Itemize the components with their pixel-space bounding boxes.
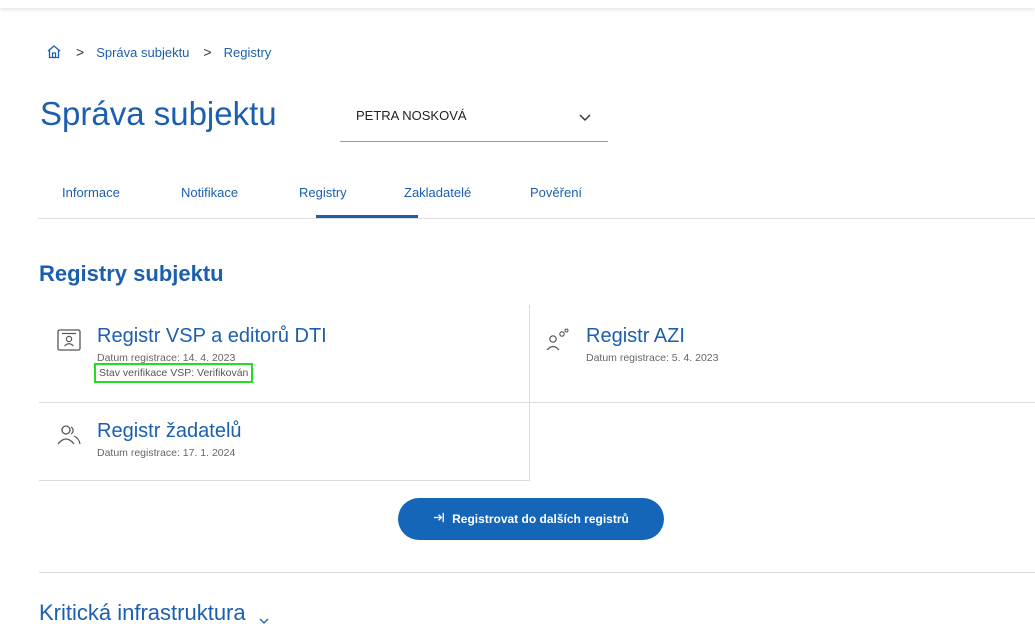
- tab-bar: Informace Notifikace Registry Zakladatel…: [38, 170, 1035, 219]
- divider: [39, 402, 1035, 403]
- registry-card-zadatelu[interactable]: Registr žadatelů Datum registrace: 17. 1…: [56, 420, 516, 470]
- users-icon: [56, 422, 82, 448]
- registry-date: Datum registrace: 17. 1. 2024: [97, 447, 236, 459]
- tab-registry[interactable]: Registry: [299, 185, 347, 200]
- registry-card-azi[interactable]: Registr AZI Datum registrace: 5. 4. 2023: [544, 325, 1004, 385]
- divider: [39, 572, 1035, 573]
- critical-infrastructure-title: Kritická infrastruktura: [39, 600, 246, 624]
- active-tab-indicator: [316, 215, 418, 218]
- sign-in-arrow-icon: [433, 511, 446, 527]
- critical-infrastructure-toggle[interactable]: Kritická infrastruktura: [39, 600, 270, 624]
- id-card-icon: [56, 327, 82, 353]
- register-more-label: Registrovat do dalších registrů: [452, 512, 629, 526]
- verification-status: Stav verifikace VSP: Verifikován: [94, 363, 254, 383]
- top-bar: [0, 0, 1035, 8]
- user-gear-icon: [544, 327, 570, 353]
- page-title: Správa subjektu: [40, 95, 277, 132]
- registry-name[interactable]: Registr žadatelů: [97, 420, 242, 443]
- divider: [39, 480, 529, 481]
- section-title: Registry subjektu: [39, 261, 224, 286]
- breadcrumb-item-sprava-subjektu[interactable]: Správa subjektu: [96, 45, 189, 60]
- breadcrumb-separator: >: [76, 44, 85, 60]
- subject-select-value: PETRA NOSKOVÁ: [356, 108, 467, 123]
- tab-informace[interactable]: Informace: [62, 185, 120, 200]
- tab-provereni[interactable]: Pověření: [530, 185, 582, 200]
- tab-zakladatele[interactable]: Zakladatelé: [404, 185, 471, 200]
- registry-grid: Registr VSP a editorů DTI Datum registra…: [39, 305, 1035, 481]
- register-more-button[interactable]: Registrovat do dalších registrů: [398, 498, 664, 540]
- registry-date: Datum registrace: 5. 4. 2023: [586, 352, 719, 364]
- chevron-down-icon: [258, 607, 270, 624]
- registry-card-vsp[interactable]: Registr VSP a editorů DTI Datum registra…: [56, 325, 516, 395]
- breadcrumb: > Správa subjektu > Registry: [46, 44, 271, 60]
- divider: [529, 305, 530, 481]
- registry-name[interactable]: Registr VSP a editorů DTI: [97, 325, 327, 348]
- registry-name[interactable]: Registr AZI: [586, 325, 685, 348]
- subject-select[interactable]: PETRA NOSKOVÁ: [340, 98, 608, 142]
- breadcrumb-item-registry[interactable]: Registry: [224, 45, 272, 60]
- home-icon[interactable]: [46, 44, 62, 60]
- breadcrumb-separator: >: [203, 44, 212, 60]
- tab-notifikace[interactable]: Notifikace: [181, 185, 238, 200]
- chevron-down-icon: [578, 110, 592, 124]
